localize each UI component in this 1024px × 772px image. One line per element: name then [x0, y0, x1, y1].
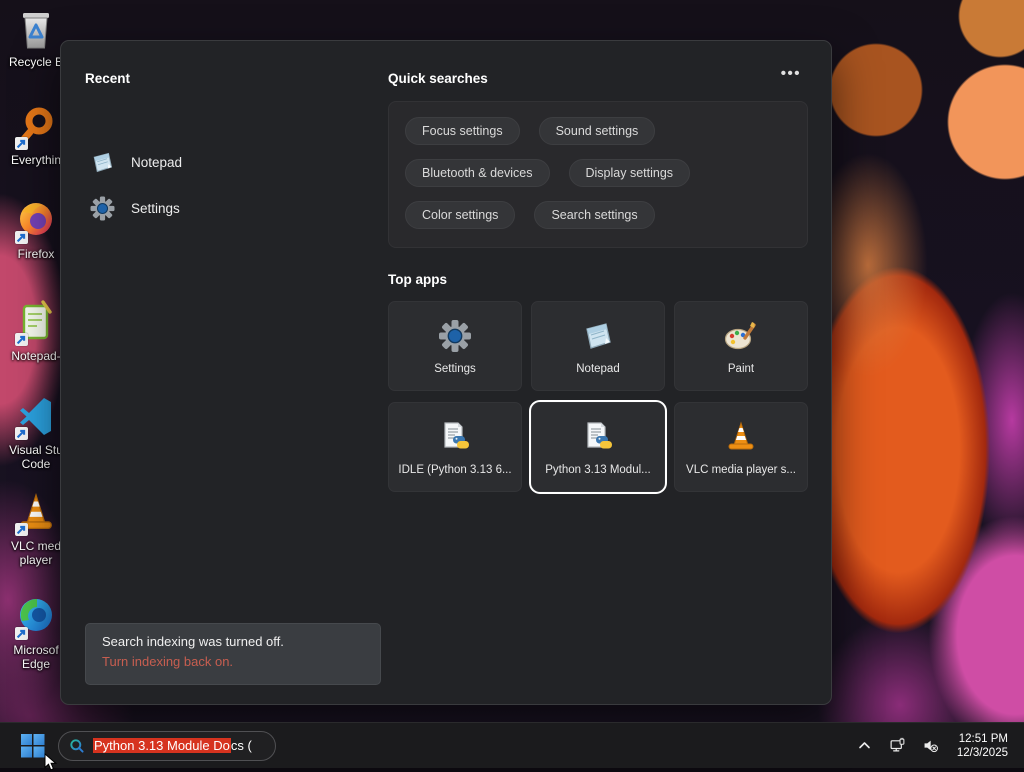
python-doc-icon: [437, 419, 473, 455]
shortcut-arrow-icon: [15, 137, 28, 150]
hidden-icons-chevron[interactable]: [852, 731, 878, 761]
python-doc-icon: [580, 419, 616, 455]
chevron-up-icon: [856, 737, 873, 754]
shortcut-arrow-icon: [15, 627, 28, 640]
notepad-icon: [580, 318, 616, 354]
search-query-text: Python 3.13 Module Docs (: [93, 738, 252, 753]
quick-search-pill-focus-settings[interactable]: Focus settings: [405, 117, 520, 145]
notepad-plus-icon: [13, 300, 59, 346]
shortcut-arrow-icon: [15, 523, 28, 536]
clock-time: 12:51 PM: [957, 732, 1008, 746]
shortcut-arrow-icon: [15, 427, 28, 440]
app-tile-label: Notepad: [576, 363, 619, 375]
quick-search-pill-color-settings[interactable]: Color settings: [405, 201, 515, 229]
system-tray: 12:51 PM 12/3/2025: [852, 731, 1024, 761]
search-query-rest: cs (: [231, 738, 252, 753]
clock-date: 12/3/2025: [957, 746, 1008, 760]
settings-gear-icon: [89, 195, 116, 222]
app-tile-idle-python[interactable]: IDLE (Python 3.13 6...: [388, 402, 522, 492]
app-tile-label: Paint: [728, 363, 754, 375]
app-tile-label: Settings: [434, 363, 476, 375]
app-tile-vlc-skinned[interactable]: VLC media player s...: [674, 402, 808, 492]
volume-muted-icon: [922, 737, 939, 754]
quick-search-pill-bluetooth-devices[interactable]: Bluetooth & devices: [405, 159, 550, 187]
indexing-notification-text: Search indexing was turned off.: [102, 634, 364, 649]
network-status-button[interactable]: [885, 731, 911, 761]
edge-icon: [13, 594, 59, 640]
vlc-cone-icon: [723, 419, 759, 455]
taskbar-search-box[interactable]: Python 3.13 Module Docs (: [58, 731, 276, 761]
everything-search-icon: [13, 104, 59, 150]
vscode-icon: [13, 394, 59, 440]
app-tile-paint[interactable]: Paint: [674, 301, 808, 391]
quick-searches-card: Focus settings Sound settings Bluetooth …: [388, 101, 808, 248]
settings-gear-icon: [437, 318, 473, 354]
indexing-notification: Search indexing was turned off. Turn ind…: [85, 623, 381, 685]
recent-item-settings[interactable]: Settings: [89, 191, 339, 225]
top-apps-header: Top apps: [388, 272, 447, 287]
turn-indexing-on-link[interactable]: Turn indexing back on.: [102, 654, 364, 669]
search-query-highlighted: Python 3.13 Module Do: [93, 738, 231, 753]
shortcut-arrow-icon: [15, 333, 28, 346]
app-tile-label: IDLE (Python 3.13 6...: [398, 464, 511, 476]
shortcut-arrow-icon: [15, 231, 28, 244]
quick-searches-header: Quick searches: [388, 71, 488, 86]
quick-search-pill-sound-settings[interactable]: Sound settings: [539, 117, 656, 145]
top-apps-grid: Settings Notepad Paint IDLE (Python 3.13…: [388, 301, 810, 492]
recent-item-label: Notepad: [131, 155, 182, 170]
paint-icon: [723, 318, 759, 354]
vlc-cone-icon: [13, 490, 59, 536]
volume-status-button[interactable]: [918, 731, 944, 761]
app-tile-python-module-docs-selected[interactable]: Python 3.13 Modul...: [531, 402, 665, 492]
recent-item-notepad[interactable]: Notepad: [89, 145, 339, 179]
ethernet-network-icon: [889, 737, 906, 754]
recent-header: Recent: [85, 71, 130, 86]
taskbar: Python 3.13 Module Docs ( 12:51 PM: [0, 722, 1024, 768]
recycle-bin-icon: [13, 6, 59, 52]
more-options-icon[interactable]: •••: [781, 69, 801, 79]
notepad-icon: [89, 149, 116, 176]
mouse-cursor: [44, 753, 57, 772]
search-flyout-panel: Recent Notepad Settings Quick searches •…: [60, 40, 832, 705]
windows-logo-icon: [20, 733, 45, 758]
recent-item-label: Settings: [131, 201, 180, 216]
app-tile-label: Python 3.13 Modul...: [545, 464, 650, 476]
app-tile-label: VLC media player s...: [686, 464, 796, 476]
taskbar-clock[interactable]: 12:51 PM 12/3/2025: [951, 732, 1014, 760]
quick-search-pill-search-settings[interactable]: Search settings: [534, 201, 654, 229]
app-tile-notepad[interactable]: Notepad: [531, 301, 665, 391]
quick-search-pill-display-settings[interactable]: Display settings: [569, 159, 691, 187]
firefox-icon: [13, 198, 59, 244]
app-tile-settings[interactable]: Settings: [388, 301, 522, 391]
search-icon: [69, 738, 85, 754]
